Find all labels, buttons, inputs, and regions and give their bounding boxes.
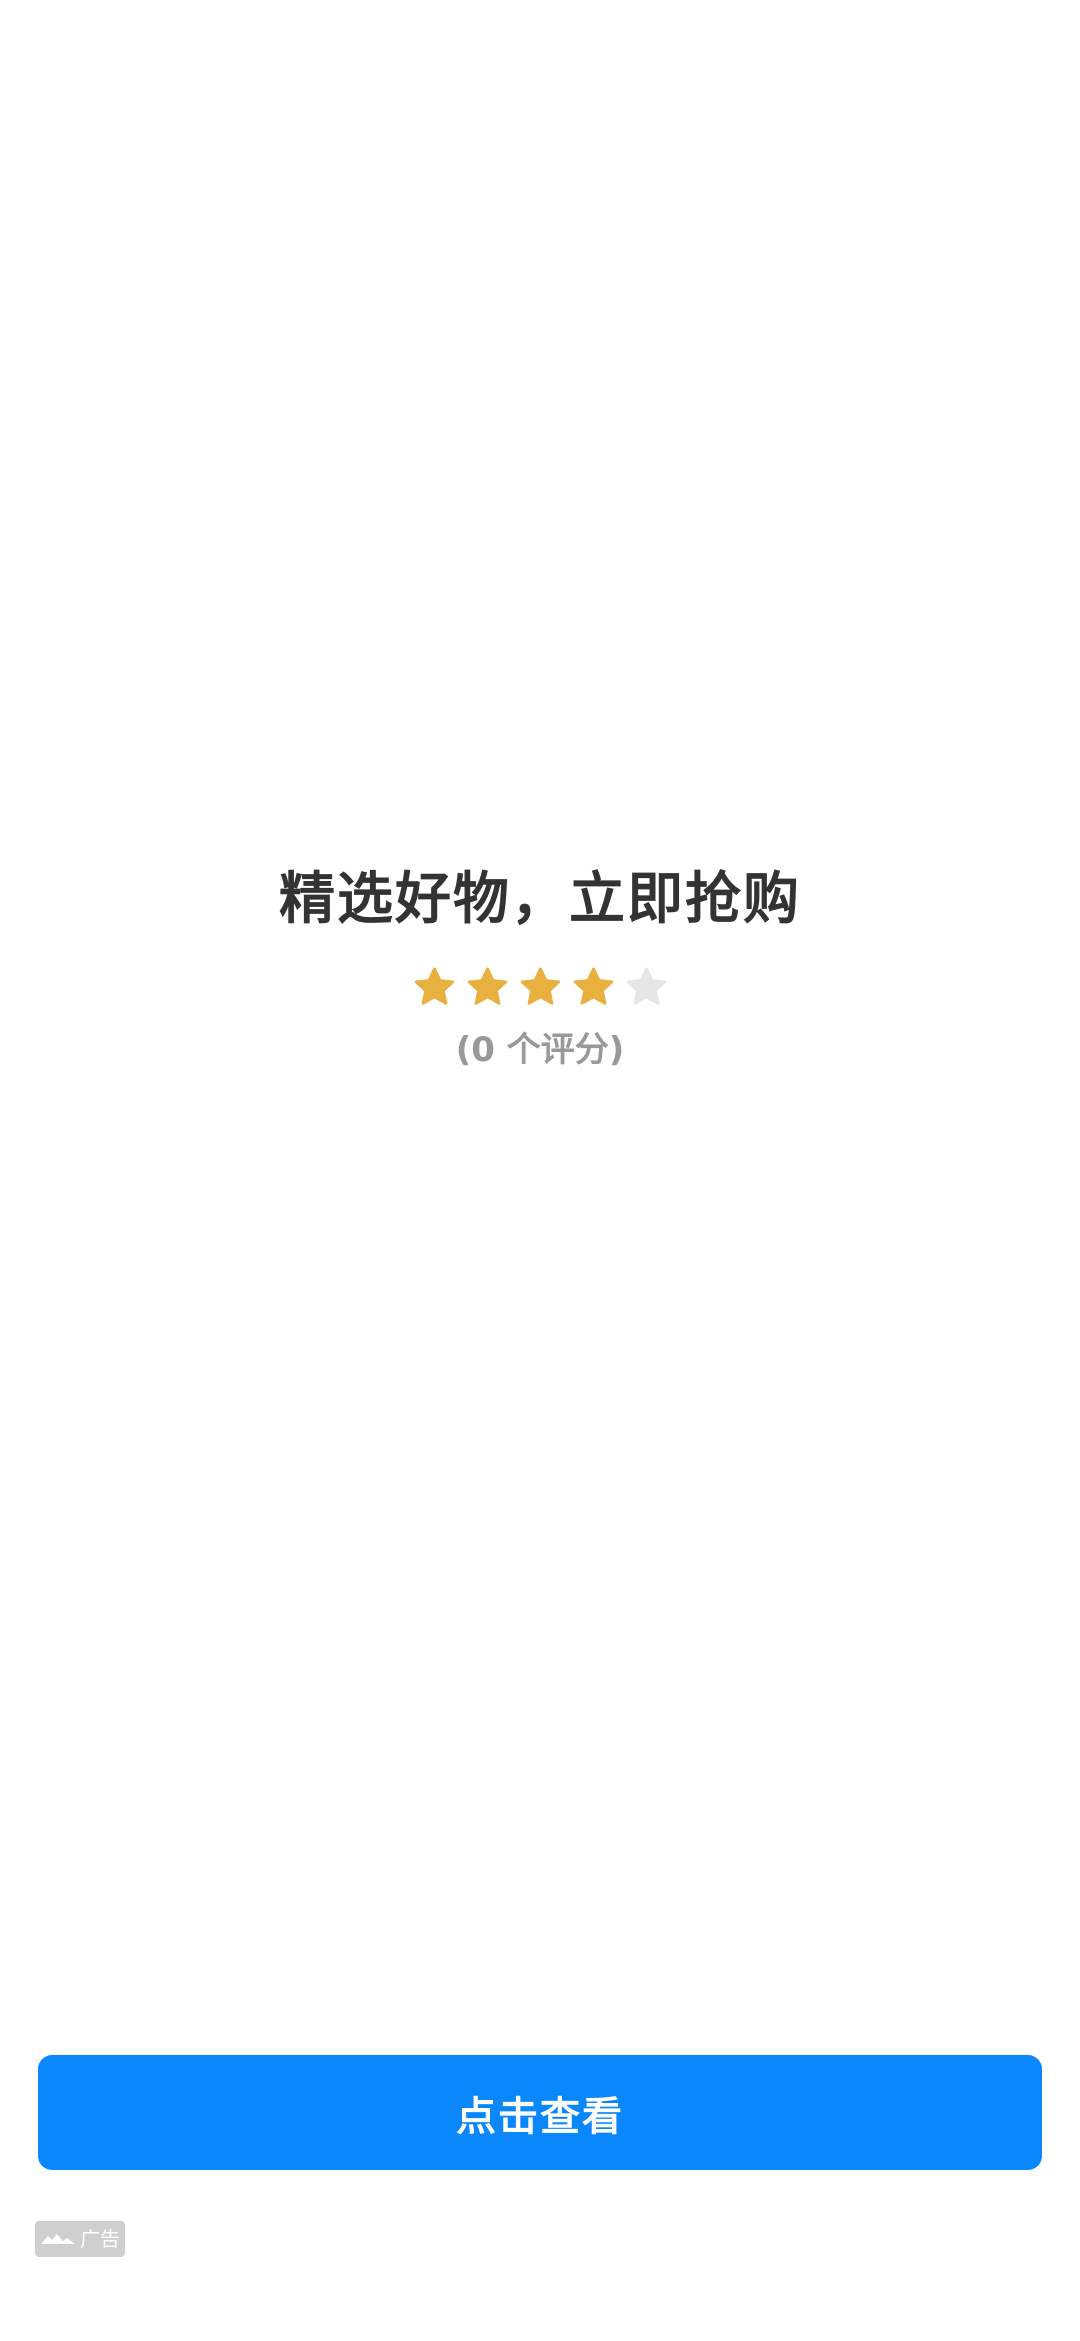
rating-count: (0 个评分): [455, 1030, 625, 1070]
ad-landing-page: 精选好物，立即抢购 (0 个评分) 点击查看 广告: [0, 0, 1080, 2341]
product-title: 精选好物，立即抢购: [279, 867, 801, 932]
star-filled-icon: [573, 967, 613, 1005]
star-filled-icon: [467, 967, 507, 1005]
star-filled-icon: [520, 967, 560, 1005]
product-info: 精选好物，立即抢购 (0 个评分): [0, 860, 1080, 1075]
view-details-button[interactable]: 点击查看: [38, 2055, 1042, 2170]
star-rating: [0, 966, 1080, 1009]
view-details-button-label: 点击查看: [456, 2093, 624, 2140]
star-empty-icon: [626, 967, 666, 1005]
ad-label: 广告: [80, 2227, 120, 2251]
ad-badge: 广告: [35, 2221, 125, 2257]
star-filled-icon: [414, 967, 454, 1005]
ad-logo-icon: [41, 2234, 75, 2244]
